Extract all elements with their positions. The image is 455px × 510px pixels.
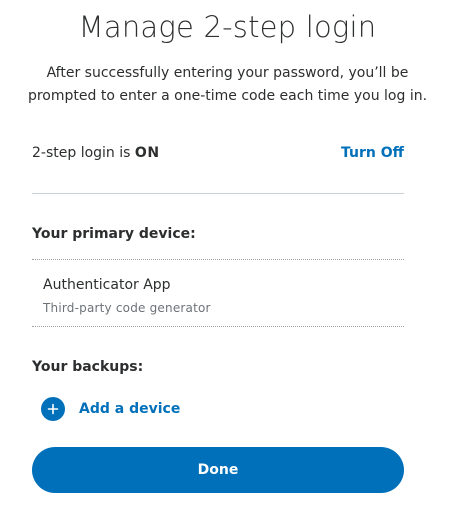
status-divider: [32, 193, 404, 194]
status-text: 2-step login is ON: [32, 145, 160, 161]
add-device-button[interactable]: Add a device: [41, 397, 180, 421]
plus-icon: [41, 397, 65, 421]
description-line-1: After successfully entering your passwor…: [46, 65, 409, 81]
backups-heading: Your backups:: [32, 359, 144, 375]
status-value: ON: [134, 145, 160, 161]
two-step-status-row: 2-step login is ON Turn Off: [32, 145, 404, 165]
add-device-label: Add a device: [79, 401, 181, 417]
primary-device-heading: Your primary device:: [32, 226, 196, 242]
description-line-2: prompted to enter a one-time code each t…: [27, 88, 428, 104]
page-title: Manage 2-step login: [78, 10, 377, 44]
status-label: 2-step login is: [32, 145, 135, 161]
device-divider-top: [32, 259, 404, 260]
primary-device-name: Authenticator App: [43, 277, 171, 293]
device-divider-bottom: [32, 326, 404, 327]
done-button[interactable]: Done: [32, 447, 404, 493]
turn-off-link[interactable]: Turn Off: [341, 145, 404, 161]
primary-device-description: Third-party code generator: [43, 301, 211, 315]
page-description: After successfully entering your passwor…: [20, 62, 435, 108]
